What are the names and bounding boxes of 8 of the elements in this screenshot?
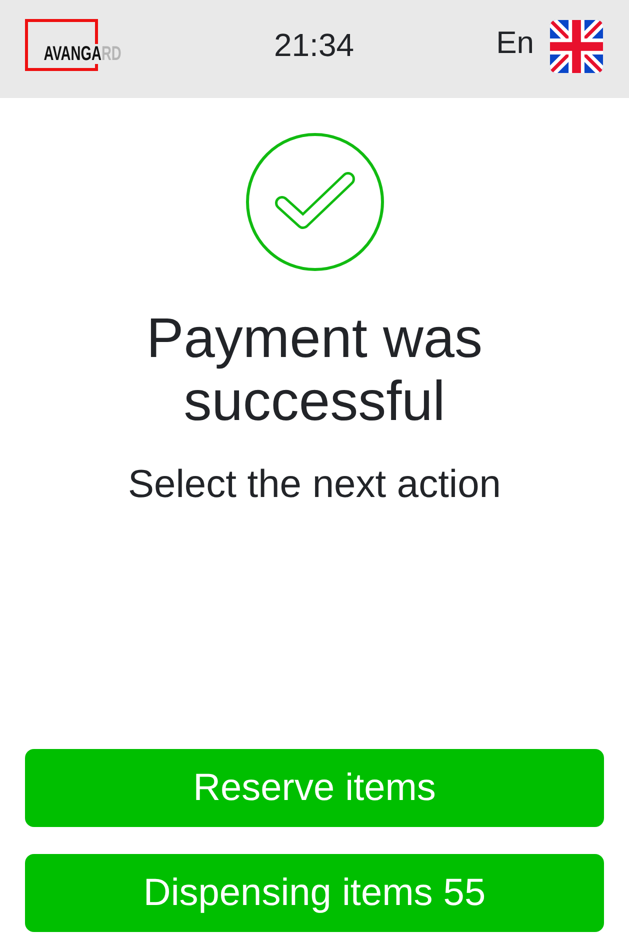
success-check-icon bbox=[244, 132, 384, 272]
action-button[interactable]: Reserve items bbox=[25, 749, 604, 827]
clock-time: 21:34 bbox=[274, 26, 354, 64]
status-subtitle: Select the next action bbox=[128, 462, 501, 508]
status-title: Payment was successful bbox=[145, 306, 484, 432]
uk-flag-icon bbox=[550, 20, 603, 73]
language-button[interactable]: En bbox=[496, 25, 603, 73]
action-button[interactable]: Dispensing items 55 bbox=[25, 854, 604, 932]
